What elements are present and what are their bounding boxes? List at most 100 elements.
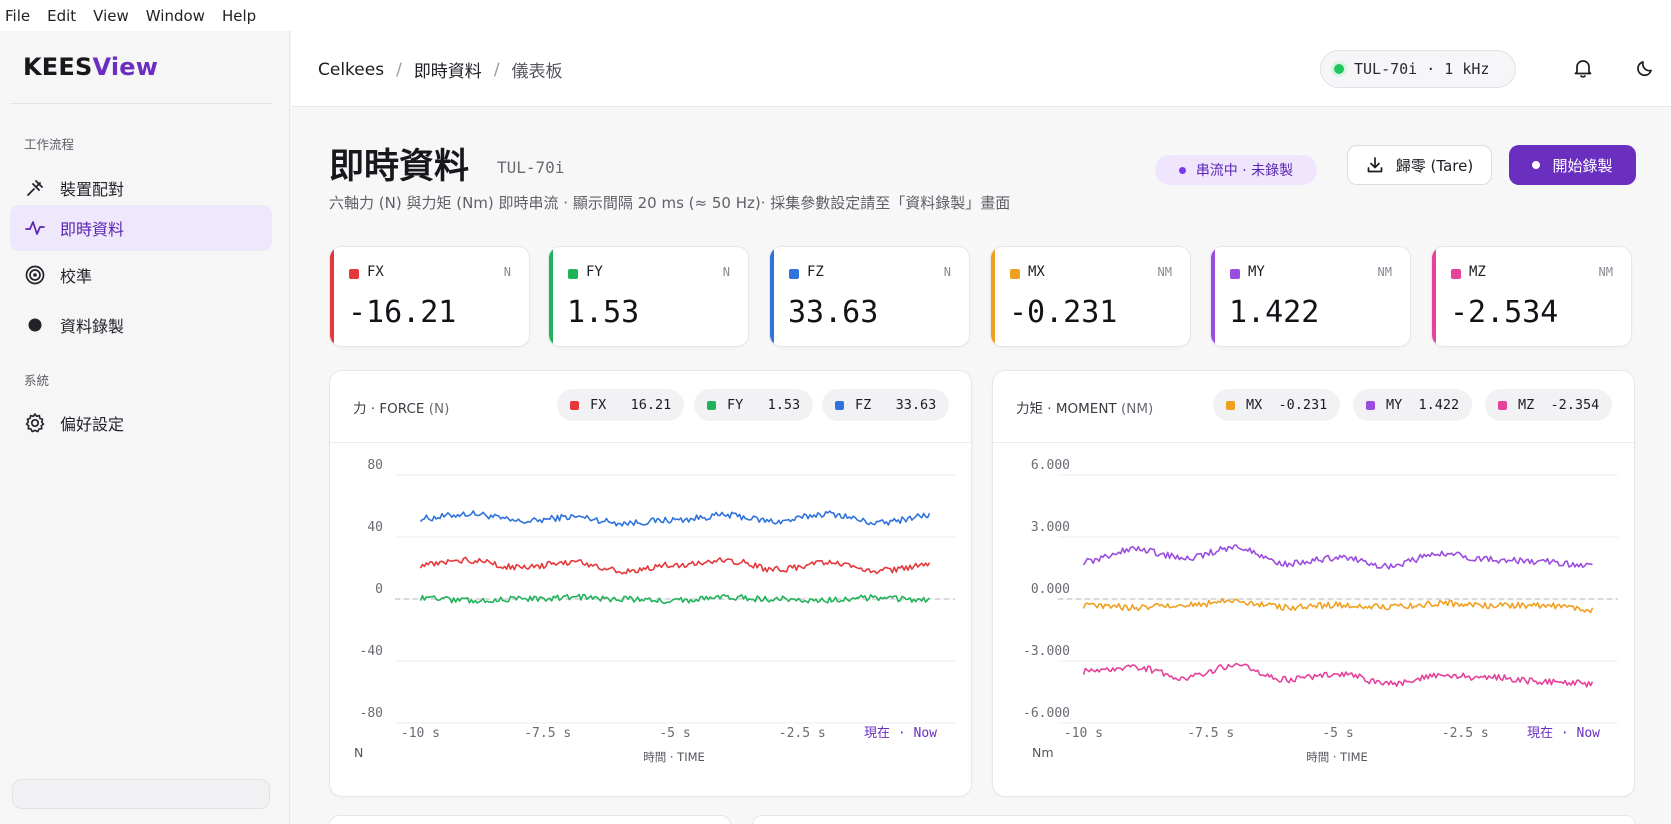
color-swatch	[1451, 269, 1461, 279]
moment-chart-plot[interactable]: 6.000 3.000 0.000 -3.000 -6.000 -10 s -7.5 s -5…	[993, 443, 1636, 797]
y-axis-unit-label: N	[354, 745, 363, 760]
value-card-fz: FZ N 33.63	[769, 246, 970, 347]
page-description: 六軸力 (N) 與力矩 (Nm) 即時串流 · 顯示間隔 20 ms (≈ 50…	[329, 194, 1011, 212]
x-tick-label: -10 s	[401, 726, 440, 741]
card-accent	[549, 247, 553, 346]
sidebar-item-label: 裝置配對	[60, 180, 125, 199]
moon-icon[interactable]	[1634, 57, 1656, 79]
start-recording-button[interactable]: 開始錄製	[1509, 145, 1636, 185]
menu-help[interactable]: Help	[222, 7, 256, 25]
sidebar-item-label: 校準	[60, 267, 93, 286]
sidebar-item-live-data[interactable]: 即時資料	[10, 205, 272, 251]
x-tick-label: 現在 · Now	[1527, 726, 1600, 741]
y-axis-unit-label: Nm	[1032, 745, 1054, 760]
x-tick-label: -2.5 s	[779, 726, 826, 741]
sidebar-item-calibration[interactable]: 校準	[10, 252, 272, 298]
page-title: 即時資料	[329, 147, 470, 187]
color-swatch	[835, 400, 844, 410]
color-swatch	[789, 269, 799, 279]
legend-chip-text: MZ -2.354	[1518, 397, 1600, 413]
card-value: 1.422	[1229, 295, 1320, 330]
force-chart-card: 力 · FORCE (N) FX 16.21 FY 1.53 FZ 33.63 …	[329, 370, 972, 797]
bottom-card-left	[329, 815, 731, 824]
y-tick-label: 3.000	[1031, 520, 1070, 535]
value-card-mz: MZ NM -2.534	[1431, 246, 1632, 347]
card-unit: NM	[1157, 265, 1172, 279]
card-accent	[1432, 247, 1436, 346]
sidebar-divider	[10, 103, 271, 104]
legend-chip-text: MY 1.422	[1386, 397, 1460, 413]
card-value: 33.63	[788, 295, 879, 330]
card-channel-name: FZ	[807, 264, 824, 280]
y-tick-label: -6.000	[1023, 706, 1070, 721]
card-channel-name: MZ	[1469, 264, 1486, 280]
y-tick-label: 6.000	[1031, 458, 1070, 473]
app-logo[interactable]: KEESView	[23, 53, 158, 81]
status-badge: 串流中 · 未錄製	[1155, 155, 1317, 185]
legend-chip-text: MX -0.231	[1246, 397, 1328, 413]
bell-icon[interactable]	[1572, 57, 1594, 79]
card-unit: N	[943, 265, 951, 279]
card-accent	[330, 247, 334, 346]
menubar: File Edit View Window Help	[0, 0, 1671, 31]
menu-view[interactable]: View	[93, 7, 129, 25]
breadcrumb-separator: /	[396, 59, 402, 80]
card-unit: N	[503, 265, 511, 279]
breadcrumb: Celkees / 即時資料 / 儀表板	[318, 57, 563, 83]
download-icon	[1367, 157, 1383, 173]
status-text: 串流中 · 未錄製	[1195, 163, 1294, 179]
legend-chip-mz[interactable]: MZ -2.354	[1485, 389, 1613, 421]
value-card-fx: FX N -16.21	[329, 246, 530, 347]
tare-button[interactable]: 歸零 (Tare)	[1347, 145, 1492, 185]
menu-file[interactable]: File	[5, 7, 30, 25]
y-tick-label: -3.000	[1023, 644, 1070, 659]
legend-chip-fy[interactable]: FY 1.53	[694, 389, 814, 421]
device-status-pill[interactable]: TUL-70i · 1 kHz	[1320, 50, 1516, 88]
menu-edit[interactable]: Edit	[47, 7, 76, 25]
series-line-fz	[419, 510, 931, 527]
legend-chip-fz[interactable]: FZ 33.63	[822, 389, 950, 421]
y-tick-label: 0	[375, 582, 383, 597]
sidebar-item-label: 偏好設定	[60, 415, 125, 434]
series-line-my	[1082, 544, 1593, 570]
menu-window[interactable]: Window	[146, 7, 205, 25]
card-accent	[991, 247, 995, 346]
x-tick-label: -2.5 s	[1442, 726, 1489, 741]
legend-chip-fx[interactable]: FX 16.21	[557, 389, 685, 421]
legend-chip-mx[interactable]: MX -0.231	[1213, 389, 1341, 421]
card-channel-name: MY	[1248, 264, 1265, 280]
gear-icon	[24, 412, 46, 434]
y-tick-label: -40	[360, 644, 383, 659]
card-unit: N	[722, 265, 730, 279]
sidebar-item-label: 資料錄製	[60, 317, 125, 336]
x-tick-label: -5 s	[659, 726, 690, 741]
record-label: 開始錄製	[1552, 156, 1613, 175]
sidebar-item-recording[interactable]: 資料錄製	[10, 302, 272, 348]
color-swatch	[1366, 400, 1375, 410]
card-value: -2.534	[1450, 295, 1559, 330]
x-tick-label: -10 s	[1064, 726, 1103, 741]
legend-chip-text: FX 16.21	[590, 397, 672, 413]
section-label-workflow: 工作流程	[24, 137, 75, 152]
force-chart-plot[interactable]: 80 40 0 -40 -80 -10 s -7.5 s -5 s -2.5 s 現在 · Now…	[330, 443, 973, 797]
breadcrumb-item-current: 儀表板	[511, 62, 563, 82]
chart-title: 力 · FORCE (N)	[353, 401, 450, 417]
y-tick-label: 0.000	[1031, 582, 1070, 597]
breadcrumb-item-live[interactable]: 即時資料	[414, 57, 482, 82]
color-swatch	[570, 400, 579, 410]
x-axis-label: 時間 · TIME	[1306, 750, 1368, 764]
color-swatch	[349, 269, 359, 279]
breadcrumb-item-root[interactable]: Celkees	[318, 60, 384, 80]
x-tick-label: -7.5 s	[1187, 726, 1234, 741]
legend-chip-text: FY 1.53	[727, 397, 801, 413]
color-swatch	[1230, 269, 1240, 279]
legend-chip-my[interactable]: MY 1.422	[1353, 389, 1473, 421]
breadcrumb-separator: /	[493, 59, 500, 80]
y-tick-label: 80	[367, 458, 383, 473]
card-value: -0.231	[1009, 295, 1118, 330]
series-line-mx	[1082, 597, 1594, 614]
sidebar: KEESView 工作流程 裝置配對 即時資料 校準 資料錄製 系統 偏好設定	[0, 31, 290, 824]
sidebar-item-preferences[interactable]: 偏好設定	[10, 400, 272, 446]
sidebar-item-label: 即時資料	[60, 220, 125, 239]
topbar: Celkees / 即時資料 / 儀表板 TUL-70i · 1 kHz	[291, 31, 1671, 107]
